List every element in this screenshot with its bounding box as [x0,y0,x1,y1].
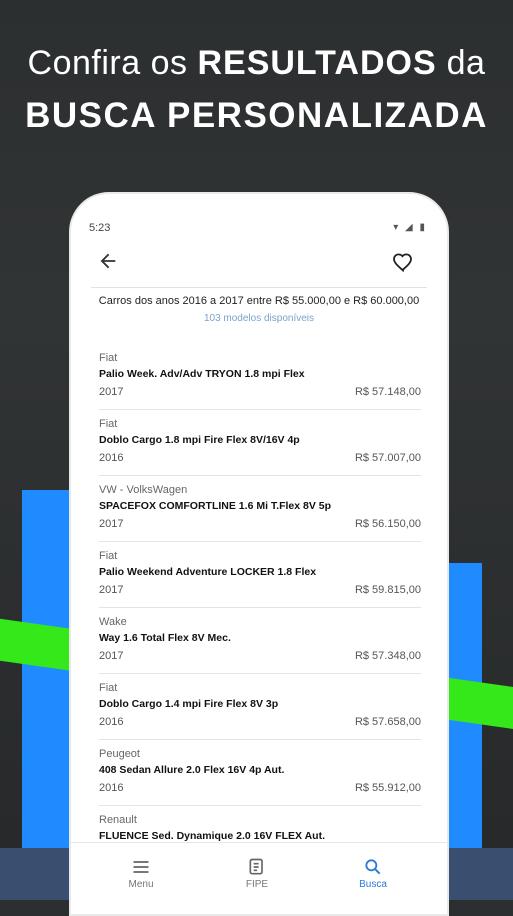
item-brand: Fiat [99,682,118,694]
item-model: SPACEFOX COMFORTLINE 1.6 Mi T.Flex 8V 5p [99,500,332,512]
item-model: FLUENCE Sed. Dynamique 2.0 16V FLEX Aut. [99,830,325,842]
headline-text: da [446,44,486,82]
divider [91,287,427,288]
item-brand: Peugeot [99,748,140,760]
status-bar: 5:23 ▾ ◢ ▮ [89,222,427,238]
list-item[interactable]: Peugeot 408 Sedan Allure 2.0 Flex 16V 4p… [99,740,421,806]
item-year: 2016 [99,716,124,728]
item-price: R$ 57.658,00 [354,716,421,728]
item-model: Doblo Cargo 1.4 mpi Fire Flex 8V 3p [99,698,279,710]
fipe-table-icon [249,858,263,875]
nav-fipe-button[interactable]: FIPE [217,857,297,890]
promo-headline-line1: Confira os RESULTADOS da [0,44,513,83]
item-model: Palio Weekend Adventure LOCKER 1.8 Flex [99,566,317,578]
item-price: R$ 55.912,00 [354,782,421,794]
signal-icon: ◢ [405,222,415,233]
item-price: R$ 57.007,00 [354,452,421,464]
item-year: 2016 [99,452,124,464]
nav-label: Busca [359,879,387,890]
list-item[interactable]: Fiat Palio Weekend Adventure LOCKER 1.8 … [99,542,421,608]
item-brand: Wake [99,616,127,628]
results-list: Fiat Palio Week. Adv/Adv TRYON 1.8 mpi F… [99,344,421,872]
battery-icon: ▮ [419,222,427,233]
item-brand: Fiat [99,352,118,364]
back-arrow-icon[interactable] [97,250,123,276]
results-count: 103 modelos disponíveis [203,313,315,324]
item-year: 2016 [99,782,124,794]
favorite-heart-icon[interactable] [391,250,417,276]
list-item[interactable]: Fiat Palio Week. Adv/Adv TRYON 1.8 mpi F… [99,344,421,410]
list-item[interactable]: VW - VolksWagen SPACEFOX COMFORTLINE 1.6… [99,476,421,542]
item-model: Doblo Cargo 1.8 mpi Fire Flex 8V/16V 4p [99,434,300,446]
status-icons: ▾ ◢ ▮ [393,222,427,233]
item-price: R$ 56.150,00 [354,518,421,530]
list-item[interactable]: Wake Way 1.6 Total Flex 8V Mec. 2017 R$ … [99,608,421,674]
bottom-navigation: Menu FIPE Busca [71,842,447,914]
nav-label: Menu [128,879,154,890]
item-model: Way 1.6 Total Flex 8V Mec. [99,632,231,644]
headline-bold-text: RESULTADOS [197,44,437,82]
item-price: R$ 57.348,00 [354,650,421,662]
item-brand: Fiat [99,550,118,562]
item-year: 2017 [99,386,124,398]
search-icon [365,859,381,875]
nav-label: FIPE [245,879,269,890]
promo-headline-line2: BUSCA PERSONALIZADA [25,96,488,135]
status-time: 5:23 [89,222,111,234]
item-year: 2017 [99,584,124,596]
app-bar [71,246,447,282]
item-brand: Renault [99,814,137,826]
item-year: 2017 [99,518,124,530]
item-price: R$ 57.148,00 [354,386,421,398]
decorative-blue-bar [22,490,74,900]
item-year: 2017 [99,650,124,662]
item-price: R$ 59.815,00 [354,584,421,596]
item-model: Palio Week. Adv/Adv TRYON 1.8 mpi Flex [99,368,305,380]
list-item[interactable]: Fiat Doblo Cargo 1.4 mpi Fire Flex 8V 3p… [99,674,421,740]
phone-screen: 5:23 ▾ ◢ ▮ Carros dos anos 2016 a 2017 e… [69,192,449,916]
list-item[interactable]: Fiat Doblo Cargo 1.8 mpi Fire Flex 8V/16… [99,410,421,476]
item-brand: Fiat [99,418,118,430]
menu-icon [133,861,149,873]
nav-busca-button[interactable]: Busca [333,857,413,890]
nav-menu-button[interactable]: Menu [101,857,181,890]
search-summary: Carros dos anos 2016 a 2017 entre R$ 55.… [91,294,427,324]
wifi-icon: ▾ [393,222,401,233]
search-criteria-text: Carros dos anos 2016 a 2017 entre R$ 55.… [98,295,420,307]
headline-text: Confira os [27,44,188,82]
item-brand: VW - VolksWagen [99,484,188,496]
item-model: 408 Sedan Allure 2.0 Flex 16V 4p Aut. [99,764,285,776]
